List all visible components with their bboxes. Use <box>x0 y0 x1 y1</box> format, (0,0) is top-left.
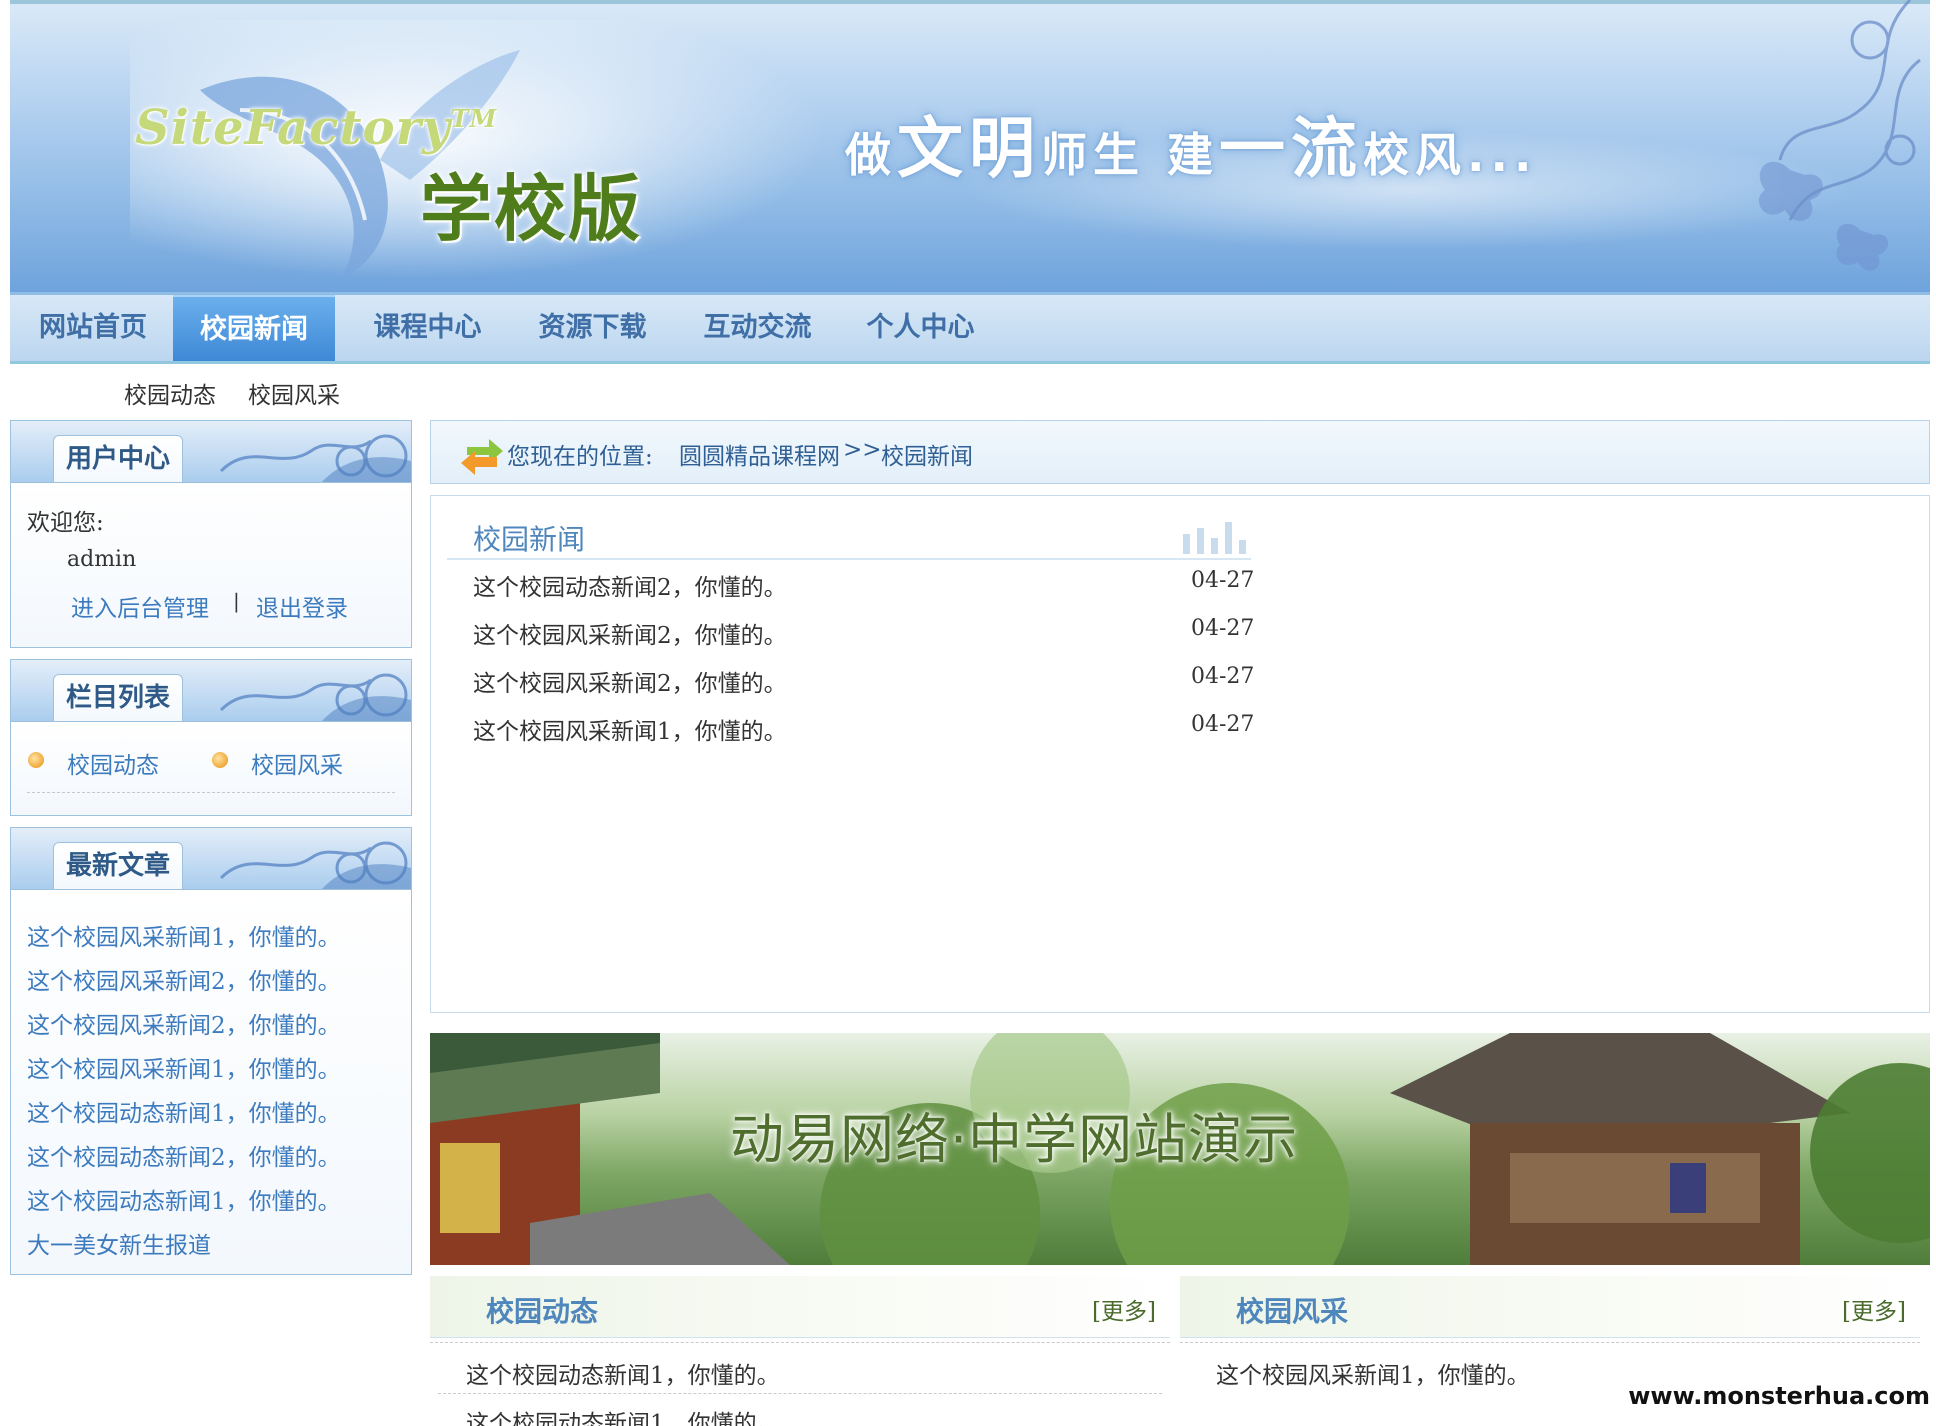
subnav-campus-style[interactable]: 校园风采 <box>248 376 340 410</box>
latest-article-item[interactable]: 这个校园风采新闻2，你懂的。 <box>27 1006 341 1040</box>
main-nav: 网站首页 校园新闻 课程中心 资源下载 互动交流 个人中心 <box>10 292 1930 364</box>
campus-dynamics-header: 校园动态 [更多] <box>430 1276 1170 1338</box>
swirl-decoration-icon <box>219 841 411 889</box>
list-item: 这个校园动态新闻1，你懂的。 <box>438 1346 1162 1394</box>
latest-article-item[interactable]: 这个校园动态新闻2，你懂的。 <box>27 1138 341 1172</box>
welcome-label: 欢迎您: <box>27 510 104 536</box>
latest-article-item[interactable]: 这个校园风采新闻1，你懂的。 <box>27 918 341 952</box>
news-list-title: 校园新闻 <box>473 523 586 556</box>
category-list-body: 校园动态 校园风采 <box>11 722 411 815</box>
nav-item-personal-center[interactable]: 个人中心 <box>843 295 998 361</box>
campus-dynamics-title: 校园动态 <box>486 1295 599 1328</box>
news-item-date: 04-27 <box>1191 568 1255 593</box>
divider <box>27 792 395 793</box>
nav-item-home[interactable]: 网站首页 <box>24 295 162 361</box>
subnav-campus-dynamics[interactable]: 校园动态 <box>124 376 216 410</box>
nav-item-course-center[interactable]: 课程中心 <box>350 295 505 361</box>
location-prefix: 您现在的位置: <box>507 444 653 470</box>
news-item-title[interactable]: 这个校园风采新闻2，你懂的。 <box>473 664 787 698</box>
category-item-campus-style[interactable]: 校园风采 <box>251 746 343 780</box>
latest-article-item[interactable]: 这个校园动态新闻1，你懂的。 <box>27 1182 341 1216</box>
campus-dynamics-column: 校园动态 [更多] 这个校园动态新闻1，你懂的。 这个校园动态新闻1，你懂的。 <box>430 1276 1170 1426</box>
watermark: www.monsterhua.com <box>1624 1382 1934 1410</box>
school-photo-banner: 动易网络·中学网站演示 <box>430 1033 1930 1265</box>
swirl-decoration-icon <box>219 673 411 721</box>
breadcrumb-current-link[interactable]: 校园新闻 <box>881 437 973 471</box>
nav-item-interaction[interactable]: 互动交流 <box>680 295 835 361</box>
news-title-divider <box>447 558 1251 560</box>
swirl-decoration-icon <box>219 434 411 482</box>
link-separator: | <box>233 589 240 613</box>
nav-item-campus-news[interactable]: 校园新闻 <box>173 295 335 361</box>
user-center-header: 用户中心 <box>11 421 411 483</box>
news-item-title[interactable]: 这个校园风采新闻1，你懂的。 <box>473 712 787 746</box>
campus-dynamics-more-link[interactable]: [更多] <box>1092 1292 1156 1326</box>
nav-item-resource-download[interactable]: 资源下载 <box>515 295 670 361</box>
campus-dynamics-item[interactable]: 这个校园动态新闻1，你懂的。 <box>466 1356 780 1390</box>
news-item-date: 04-27 <box>1191 664 1255 689</box>
campus-style-more-link[interactable]: [更多] <box>1842 1292 1906 1326</box>
admin-panel-link[interactable]: 进入后台管理 <box>71 589 209 623</box>
photo-caption: 动易网络·中学网站演示 <box>730 1108 1299 1171</box>
divider <box>1180 1342 1920 1343</box>
latest-articles-body: 这个校园风采新闻1，你懂的。 这个校园风采新闻2，你懂的。 这个校园风采新闻2，… <box>11 890 411 1274</box>
campus-style-title: 校园风采 <box>1236 1295 1349 1328</box>
banner-slogan: 做文明师生 建一流校风... <box>845 110 1538 187</box>
news-item-title[interactable]: 这个校园风采新闻2，你懂的。 <box>473 616 787 650</box>
divider <box>430 1342 1170 1343</box>
latest-articles-header: 最新文章 <box>11 828 411 890</box>
category-item-campus-dynamics[interactable]: 校园动态 <box>67 746 159 780</box>
campus-style-item[interactable]: 这个校园风采新闻1，你懂的。 <box>1216 1356 1530 1390</box>
news-list-panel: 校园新闻 这个校园动态新闻2，你懂的。 04-27 这个校园风采新闻2，你懂的。… <box>430 495 1930 1013</box>
user-center-body: 欢迎您: admin 进入后台管理 | 退出登录 <box>11 483 411 647</box>
category-list-box: 栏目列表 校园动态 校园风采 <box>10 659 412 816</box>
category-list-header: 栏目列表 <box>11 660 411 722</box>
sitefactory-logo: SiteFactoryTM <box>135 100 498 156</box>
news-item-date: 04-27 <box>1191 616 1255 641</box>
category-list-title: 栏目列表 <box>53 674 184 721</box>
latest-article-item[interactable]: 大一美女新生报道 <box>27 1226 211 1260</box>
header-banner: SiteFactoryTM 学校版 做文明师生 建一流校风... <box>10 0 1930 292</box>
user-center-box: 用户中心 欢迎您: admin 进入后台管理 | 退出登录 <box>10 420 412 648</box>
bullet-icon <box>212 752 228 768</box>
bar-chart-icon <box>1183 522 1246 554</box>
news-item-title[interactable]: 这个校园动态新闻2，你懂的。 <box>473 568 787 602</box>
bullet-icon <box>28 752 44 768</box>
breadcrumb-separator: >> <box>843 437 882 463</box>
latest-article-item[interactable]: 这个校园风采新闻2，你懂的。 <box>27 962 341 996</box>
banner-top-line <box>10 0 1930 4</box>
campus-style-header: 校园风采 [更多] <box>1180 1276 1920 1338</box>
school-edition-logo: 学校版 <box>420 166 643 251</box>
username: admin <box>67 547 137 572</box>
logout-link[interactable]: 退出登录 <box>256 589 348 623</box>
latest-articles-title: 最新文章 <box>53 842 184 889</box>
news-item-date: 04-27 <box>1191 712 1255 737</box>
list-item: 这个校园动态新闻1，你懂的。 <box>438 1394 1162 1426</box>
latest-article-item[interactable]: 这个校园风采新闻1，你懂的。 <box>27 1050 341 1084</box>
campus-dynamics-item[interactable]: 这个校园动态新闻1，你懂的。 <box>466 1404 780 1426</box>
latest-article-item[interactable]: 这个校园动态新闻1，你懂的。 <box>27 1094 341 1128</box>
swap-arrows-icon <box>461 439 503 475</box>
breadcrumb-site-link[interactable]: 圆圆精品课程网 <box>679 437 840 471</box>
latest-articles-box: 最新文章 这个校园风采新闻1，你懂的。 这个校园风采新闻2，你懂的。 这个校园风… <box>10 827 412 1275</box>
user-center-title: 用户中心 <box>53 435 184 482</box>
floral-ornament-icon <box>1758 0 1921 271</box>
breadcrumb: 您现在的位置: 圆圆精品课程网 >> 校园新闻 <box>430 420 1930 484</box>
